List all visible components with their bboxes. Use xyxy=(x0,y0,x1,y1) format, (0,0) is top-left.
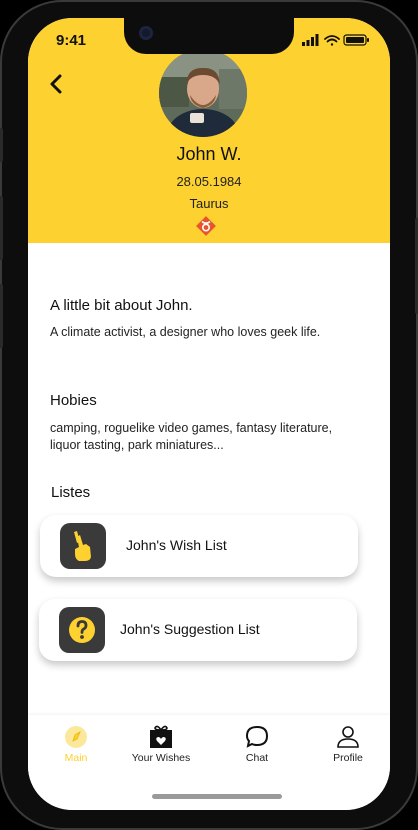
taurus-zodiac-icon xyxy=(196,216,216,236)
wifi-icon xyxy=(324,35,340,46)
home-indicator[interactable] xyxy=(152,794,282,799)
suggestion-list-card[interactable]: John's Suggestion List xyxy=(39,599,357,661)
suggestion-list-label: John's Suggestion List xyxy=(120,621,260,637)
front-camera xyxy=(139,26,153,40)
tab-profile[interactable]: Profile xyxy=(308,725,388,764)
status-icons xyxy=(302,34,369,46)
gift-icon xyxy=(150,725,172,748)
battery-icon xyxy=(343,34,369,46)
tab-main-label: Main xyxy=(64,752,88,764)
about-title: A little bit about John. xyxy=(50,297,193,314)
hobbies-title: Hobies xyxy=(50,392,97,409)
tab-main[interactable]: Main xyxy=(36,725,116,764)
hobbies-text: camping, roguelike video games, fantasy … xyxy=(50,421,333,452)
profile-name: John W. xyxy=(176,144,242,164)
profile-zodiac-sign: Taurus xyxy=(189,196,229,211)
tab-profile-label: Profile xyxy=(333,752,363,764)
volume-up-button xyxy=(0,196,3,260)
notch xyxy=(124,18,294,54)
signal-icon xyxy=(302,34,319,46)
tab-your-wishes[interactable]: Your Wishes xyxy=(121,725,201,764)
question-icon xyxy=(59,607,105,653)
status-time: 9:41 xyxy=(56,32,87,49)
profile-birthdate: 28.05.1984 xyxy=(176,174,242,189)
compass-icon xyxy=(65,726,87,748)
lists-title: Listes xyxy=(51,484,91,501)
avatar xyxy=(159,49,247,137)
fingers-crossed-icon xyxy=(60,523,106,569)
tab-chat[interactable]: Chat xyxy=(217,725,297,764)
wish-list-label: John's Wish List xyxy=(126,537,227,553)
phone-frame: 9:41 John W. 28.05.1984 Taurus A little … xyxy=(0,0,418,830)
back-arrow-icon[interactable] xyxy=(46,73,68,95)
tab-your-wishes-label: Your Wishes xyxy=(131,752,191,764)
volume-down-button xyxy=(0,284,3,348)
app-screen: 9:41 John W. 28.05.1984 Taurus A little … xyxy=(28,18,390,810)
user-icon xyxy=(337,726,359,748)
tab-chat-label: Chat xyxy=(245,752,269,764)
mute-switch xyxy=(0,128,3,162)
chat-bubble-icon xyxy=(245,725,269,748)
about-text: A climate activist, a designer who loves… xyxy=(50,325,321,339)
wish-list-card[interactable]: John's Wish List xyxy=(40,515,358,577)
